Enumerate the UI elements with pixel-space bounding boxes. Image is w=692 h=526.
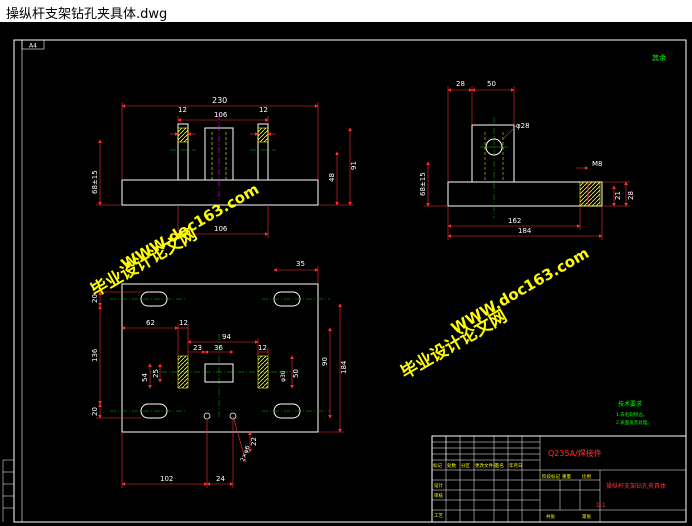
row-label-design: 设计 bbox=[434, 482, 443, 489]
right-cell-stage: 阶段标记 bbox=[542, 473, 560, 480]
dim-slot-top: 35 bbox=[296, 260, 305, 268]
notes-line1: 1.去毛刺锐边。 bbox=[616, 411, 647, 418]
row-label-review: 审核 bbox=[434, 492, 443, 499]
header-cell-5: 签名 bbox=[495, 462, 504, 469]
dim-right-height-b: 91 bbox=[350, 161, 358, 170]
top-left-rib bbox=[177, 355, 189, 389]
dim-side-detail-h2: 28 bbox=[627, 191, 635, 200]
dim-top-left-v2: 136 bbox=[91, 348, 99, 362]
right-cell-weight: 重量 bbox=[562, 473, 571, 480]
side-upright bbox=[471, 124, 515, 183]
dim-top-bottom-a: 102 bbox=[160, 475, 173, 483]
side-view: 28 50 φ28 68±15 M8 21 28 162 184 bbox=[419, 80, 635, 240]
pin-hole-left bbox=[203, 412, 211, 420]
left-margin-ticks bbox=[2, 459, 14, 522]
drawing-canvas[interactable]: A4 其余 230 106 12 12 68±15 48 91 106 28 5… bbox=[0, 22, 692, 526]
roughness-note: 其余 bbox=[652, 53, 666, 62]
dim-side-bottom-b: 184 bbox=[518, 227, 532, 235]
bottom-cell-total: 共张 bbox=[546, 513, 555, 520]
technical-notes: 技术要求 1.去毛刺锐边。 2.表面发黑处理。 bbox=[616, 400, 652, 426]
dim-inner-width: 106 bbox=[214, 111, 228, 119]
dim-bottom-width: 106 bbox=[214, 225, 228, 233]
dim-top-mid-a: 23 bbox=[193, 344, 202, 352]
dim-side-top-mid: 50 bbox=[487, 80, 496, 88]
dim-top-mid-d: 12 bbox=[258, 344, 267, 352]
dim-top-right-v1: 50 bbox=[292, 369, 300, 378]
top-right-rib bbox=[257, 355, 269, 389]
window-titlebar: 操纵杆支架钻孔夹具体.dwg bbox=[0, 0, 692, 23]
title-block: Q235A/焊接件 操纵杆支架钻孔夹具体 1:1 标记 处数 分区 更改文件号 … bbox=[431, 435, 687, 523]
cad-drawing: A4 其余 230 106 12 12 68±15 48 91 106 28 5… bbox=[2, 39, 687, 523]
sheet-size-label: A4 bbox=[29, 43, 37, 50]
dim-top-left-a: 62 bbox=[146, 319, 155, 327]
notes-title: 技术要求 bbox=[618, 400, 642, 408]
dim-overall-width: 230 bbox=[212, 96, 227, 105]
watermark-overlay: 毕业设计论文网 WWW.doc163.com 毕业设计论文网 WWW.doc16… bbox=[87, 180, 592, 383]
window-title: 操纵杆支架钻孔夹具体.dwg bbox=[6, 7, 168, 22]
row-label-process: 工艺 bbox=[434, 513, 443, 519]
dim-side-left-height: 68±15 bbox=[419, 172, 427, 196]
right-cell-scale: 比例 bbox=[582, 473, 591, 480]
watermark-url-2: WWW.doc163.com bbox=[448, 244, 592, 338]
scale-value: 1:1 bbox=[596, 502, 606, 509]
dim-top-right-v3: 184 bbox=[340, 360, 348, 374]
dim-side-top-left: 28 bbox=[456, 80, 465, 88]
header-cell-6: 年月日 bbox=[509, 462, 523, 469]
dim-top-bottom-c: 22 bbox=[250, 437, 258, 446]
dim-side-detail-width: M8 bbox=[592, 160, 603, 168]
dim-right-height-a: 48 bbox=[328, 173, 336, 182]
bottom-cell-sheet: 第张 bbox=[582, 513, 591, 520]
top-view: 35 62 12 23 36 94 12 20 136 20 54 25 50 … bbox=[91, 260, 348, 488]
watermark-text-cn-2: 毕业设计论文网 bbox=[397, 306, 511, 384]
dim-left-rib: 12 bbox=[178, 106, 187, 114]
dim-top-right-v2: 90 bbox=[321, 357, 329, 366]
drawing-name: 操纵杆支架钻孔夹具体 bbox=[606, 482, 666, 490]
notes-line2: 2.表面发黑处理。 bbox=[616, 419, 652, 426]
dim-top-mid-c: 94 bbox=[222, 333, 231, 341]
dim-side-detail-h1: 21 bbox=[614, 191, 622, 200]
header-cell-1: 标记 bbox=[433, 462, 442, 469]
dim-top-inner-v1: 54 bbox=[141, 373, 149, 382]
dim-top-inner-v2: 25 bbox=[152, 369, 160, 378]
dim-side-hole-dia: φ28 bbox=[516, 122, 530, 130]
dim-top-right-v4: φ30 bbox=[280, 370, 287, 382]
header-cell-3: 分区 bbox=[461, 462, 470, 469]
dim-top-bottom-hole: 2×φ6 bbox=[239, 445, 251, 463]
material-label: Q235A/焊接件 bbox=[548, 448, 602, 458]
dim-side-bottom-a: 162 bbox=[508, 217, 521, 225]
dim-top-mid-b: 36 bbox=[214, 344, 223, 352]
dim-top-left-v3: 20 bbox=[91, 407, 99, 416]
side-section-hatch bbox=[579, 181, 601, 207]
watermark-url-1: WWW.doc163.com bbox=[118, 180, 262, 274]
dim-top-bottom-b: 24 bbox=[216, 475, 225, 483]
dim-top-left-b: 12 bbox=[179, 319, 188, 327]
header-cell-2: 处数 bbox=[447, 462, 456, 469]
dim-right-rib: 12 bbox=[259, 106, 268, 114]
dim-left-height: 68±15 bbox=[91, 170, 99, 194]
side-base-plate bbox=[447, 181, 603, 207]
